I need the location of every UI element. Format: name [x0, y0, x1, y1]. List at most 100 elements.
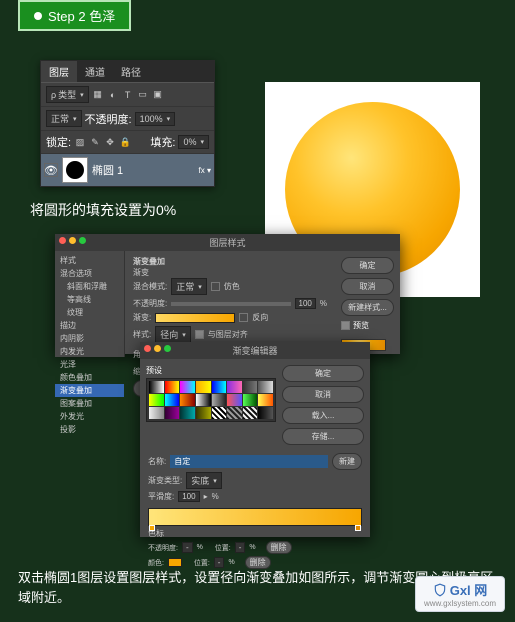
align-check[interactable]	[195, 330, 204, 339]
blend-mode-select[interactable]: 正常	[46, 110, 82, 127]
preset-grid[interactable]	[146, 378, 276, 422]
delete-opacity-stop[interactable]: 删除	[266, 541, 292, 554]
preset-swatch-18[interactable]	[180, 407, 195, 419]
section-label: 渐变叠加	[133, 256, 327, 267]
preset-swatch-2[interactable]	[180, 381, 195, 393]
layer-style-dialog: 图层样式 样式混合选项斜面和浮雕等高线纹理描边内阴影内发光光泽颜色叠加渐变叠加图…	[55, 234, 400, 354]
fx-item-0[interactable]: 样式	[55, 254, 124, 267]
ge-window-controls[interactable]	[144, 345, 171, 352]
kind-select[interactable]: ρ 类型	[46, 86, 89, 103]
tab-channels[interactable]: 通道	[77, 61, 113, 82]
ge-save-button[interactable]: 存储...	[282, 428, 364, 445]
gradient-editor-dialog: 渐变编辑器 预设 确定 取消 载入... 存储... 名称:自定新建 渐变类型:…	[140, 342, 370, 537]
opacity-input[interactable]: 100	[295, 298, 316, 309]
ge-ok-button[interactable]: 确定	[282, 365, 364, 382]
tab-layers[interactable]: 图层	[41, 61, 77, 82]
gradient-picker[interactable]	[155, 313, 235, 323]
lock-trans-icon[interactable]: ▨	[74, 136, 86, 148]
grad-type-select[interactable]: 实底	[186, 472, 222, 489]
preset-swatch-19[interactable]	[196, 407, 211, 419]
preset-swatch-16[interactable]	[149, 407, 164, 419]
preset-swatch-22[interactable]	[243, 407, 258, 419]
preset-swatch-15[interactable]	[258, 394, 273, 406]
new-style-button[interactable]: 新建样式...	[341, 299, 394, 316]
preset-swatch-4[interactable]	[212, 381, 227, 393]
lock-paint-icon[interactable]: ✎	[89, 136, 101, 148]
preset-swatch-8[interactable]	[149, 394, 164, 406]
ok-button[interactable]: 确定	[341, 257, 394, 274]
preset-swatch-21[interactable]	[227, 407, 242, 419]
layer-thumbnail	[62, 157, 88, 183]
preset-swatch-11[interactable]	[196, 394, 211, 406]
visibility-icon[interactable]: 👁	[44, 163, 58, 177]
fx-item-4[interactable]: 纹理	[55, 306, 124, 319]
color-stop-right[interactable]	[355, 525, 361, 531]
fx-item-9[interactable]: 颜色叠加	[55, 371, 124, 384]
fx-item-1[interactable]: 混合选项	[55, 267, 124, 280]
preset-swatch-9[interactable]	[165, 394, 180, 406]
watermark: Gxl 网 www.gxlsystem.com	[415, 576, 505, 612]
preview-check[interactable]	[341, 321, 350, 330]
step-dot	[34, 12, 42, 20]
fx-item-5[interactable]: 描边	[55, 319, 124, 332]
preset-swatch-0[interactable]	[149, 381, 164, 393]
fx-item-6[interactable]: 内阴影	[55, 332, 124, 345]
preset-swatch-14[interactable]	[243, 394, 258, 406]
filter-pixel-icon[interactable]: ▦	[92, 89, 104, 101]
fx-item-12[interactable]: 外发光	[55, 410, 124, 423]
preset-swatch-10[interactable]	[180, 394, 195, 406]
opacity-value[interactable]: 100%	[135, 112, 176, 126]
lock-all-icon[interactable]: 🔒	[119, 136, 131, 148]
gradient-bar[interactable]	[148, 508, 362, 526]
blend-select[interactable]: 正常	[171, 278, 207, 295]
preset-swatch-20[interactable]	[212, 407, 227, 419]
filter-type-icon[interactable]: T	[122, 89, 134, 101]
panel-tabs: 图层 通道 路径	[41, 61, 214, 83]
dialog-titlebar[interactable]: 图层样式	[55, 234, 400, 251]
preset-swatch-6[interactable]	[243, 381, 258, 393]
color-swatch[interactable]	[168, 558, 182, 567]
preset-swatch-23[interactable]	[258, 407, 273, 419]
cancel-button[interactable]: 取消	[341, 278, 394, 295]
layer-name: 椭圆 1	[92, 162, 123, 178]
preset-swatch-1[interactable]	[165, 381, 180, 393]
color-stop-left[interactable]	[149, 525, 155, 531]
fx-indicator[interactable]: fx ▾	[199, 166, 211, 175]
preset-swatch-7[interactable]	[258, 381, 273, 393]
tab-paths[interactable]: 路径	[113, 61, 149, 82]
fx-item-8[interactable]: 光泽	[55, 358, 124, 371]
grad-style-select[interactable]: 径向	[155, 326, 191, 343]
preset-swatch-17[interactable]	[165, 407, 180, 419]
window-controls[interactable]	[59, 237, 86, 244]
layer-row-ellipse1[interactable]: 👁 椭圆 1 fx ▾	[41, 154, 214, 186]
ge-cancel-button[interactable]: 取消	[282, 386, 364, 403]
fx-item-13[interactable]: 投影	[55, 423, 124, 436]
preset-swatch-5[interactable]	[227, 381, 242, 393]
lock-pos-icon[interactable]: ✥	[104, 136, 116, 148]
dither-check[interactable]	[211, 282, 220, 291]
ge-new-button[interactable]: 新建	[332, 453, 362, 470]
shield-icon	[433, 583, 447, 597]
grad-name-input[interactable]: 自定	[170, 455, 328, 468]
preset-swatch-13[interactable]	[227, 394, 242, 406]
opacity-label: 不透明度:	[85, 111, 132, 127]
fx-item-2[interactable]: 斜面和浮雕	[55, 280, 124, 293]
presets-label: 预设	[146, 365, 276, 376]
fx-item-10[interactable]: 渐变叠加	[55, 384, 124, 397]
fill-value[interactable]: 0%	[178, 135, 209, 149]
effects-list: 样式混合选项斜面和浮雕等高线纹理描边内阴影内发光光泽颜色叠加渐变叠加图案叠加外发…	[55, 251, 125, 357]
preset-swatch-3[interactable]	[196, 381, 211, 393]
ge-titlebar[interactable]: 渐变编辑器	[140, 342, 370, 359]
filter-adjust-icon[interactable]: ◐	[107, 89, 119, 101]
fx-item-7[interactable]: 内发光	[55, 345, 124, 358]
filter-smart-icon[interactable]: ▣	[152, 89, 164, 101]
reverse-check[interactable]	[239, 313, 248, 322]
ge-load-button[interactable]: 载入...	[282, 407, 364, 424]
fx-item-11[interactable]: 图案叠加	[55, 397, 124, 410]
smooth-input[interactable]: 100	[178, 491, 199, 502]
fx-item-3[interactable]: 等高线	[55, 293, 124, 306]
filter-shape-icon[interactable]: ▭	[137, 89, 149, 101]
step-badge: Step 2 色泽	[18, 0, 131, 31]
preset-swatch-12[interactable]	[212, 394, 227, 406]
lock-label: 锁定:	[46, 134, 71, 150]
